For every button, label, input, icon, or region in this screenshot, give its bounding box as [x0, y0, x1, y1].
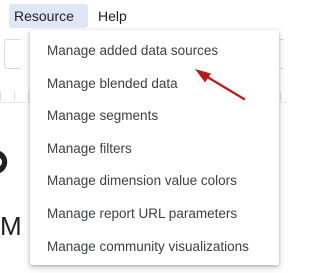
menu-item-manage-segments[interactable]: Manage segments: [30, 100, 279, 133]
menu-item-manage-dimension-value-colors[interactable]: Manage dimension value colors: [30, 165, 279, 198]
menu-item-manage-report-url-parameters[interactable]: Manage report URL parameters: [30, 198, 279, 231]
toolbar-button-partial[interactable]: [4, 39, 21, 69]
menu-item-manage-community-visualizations[interactable]: Manage community visualizations: [30, 231, 279, 264]
page-heading-partial: M: [0, 211, 22, 241]
menu-item-manage-blended-data[interactable]: Manage blended data: [30, 68, 279, 101]
logo-icon: [0, 149, 14, 175]
menu-help[interactable]: Help: [93, 4, 132, 28]
menu-bar: Resource Help: [0, 0, 287, 31]
resource-dropdown-menu: Manage added data sources Manage blended…: [30, 30, 279, 265]
menu-resource[interactable]: Resource: [9, 4, 88, 28]
menu-item-manage-filters[interactable]: Manage filters: [30, 133, 279, 166]
menu-item-manage-added-data-sources[interactable]: Manage added data sources: [30, 35, 279, 68]
